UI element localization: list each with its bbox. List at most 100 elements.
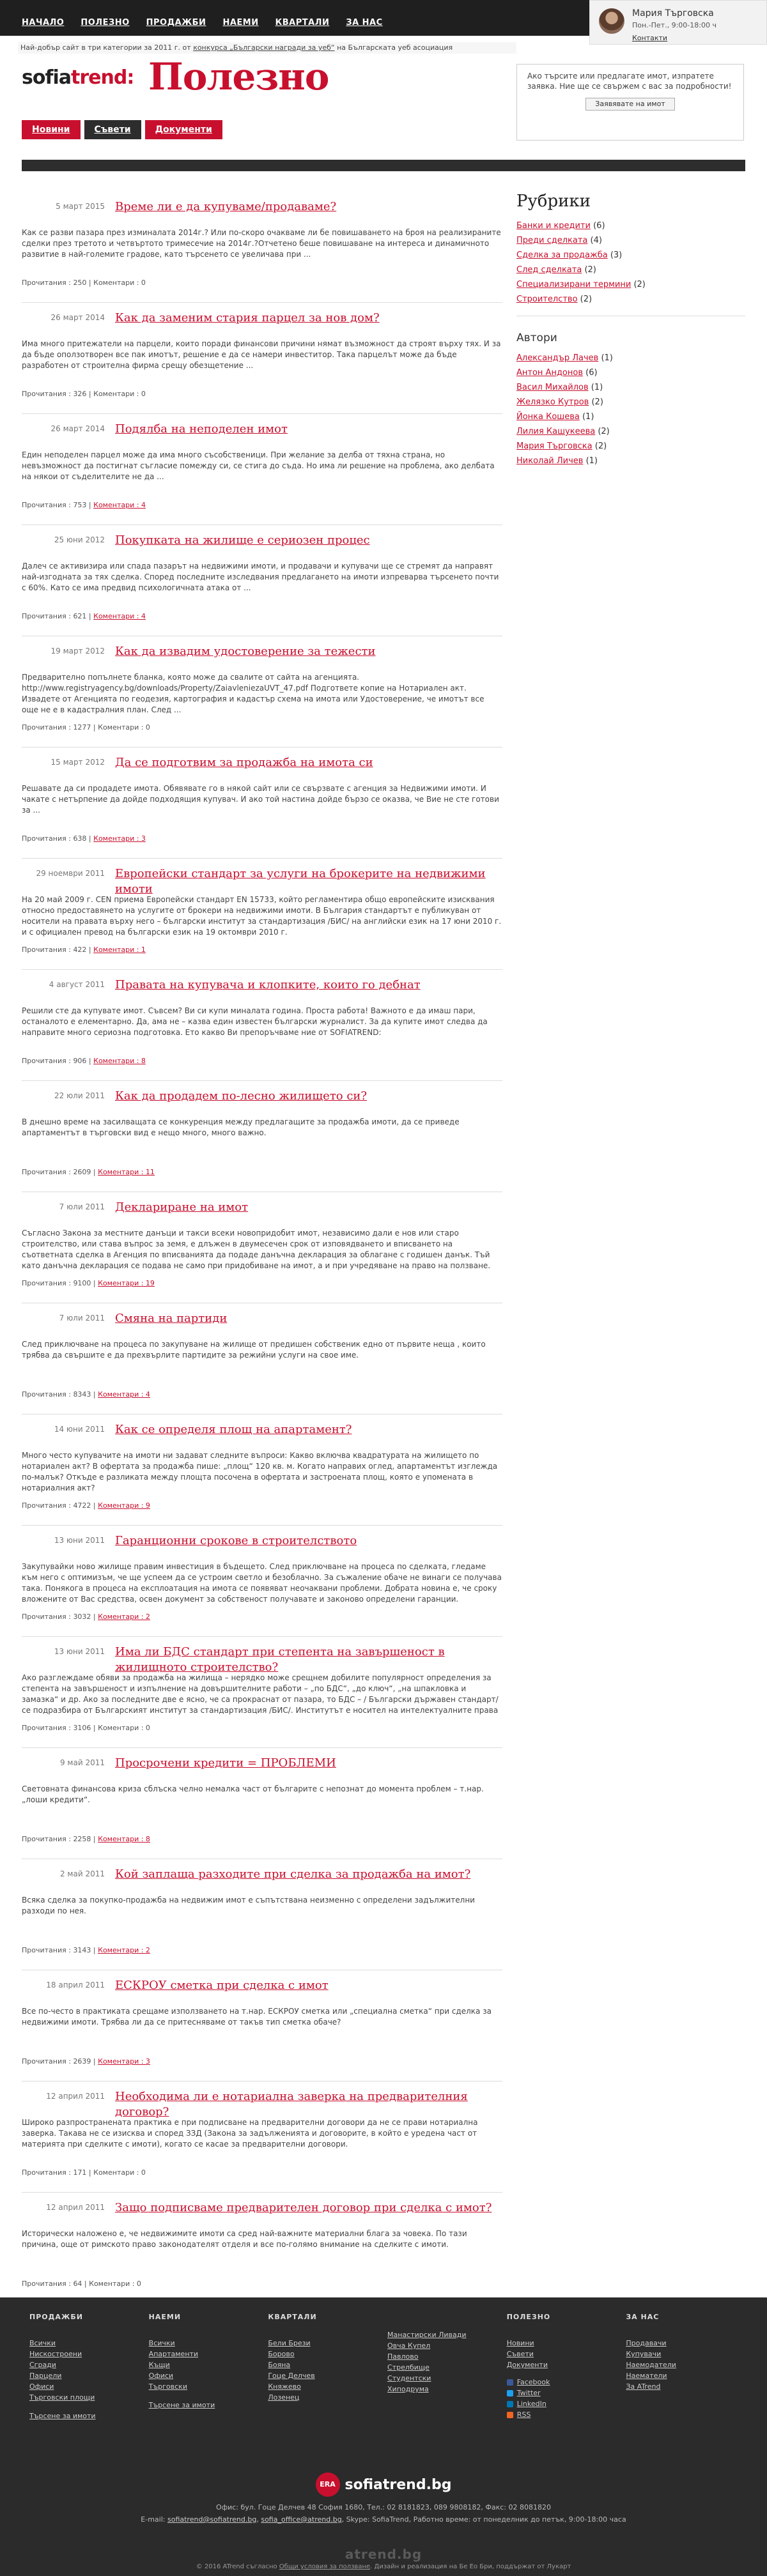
article-title-link[interactable]: Как се определя площ на апартамент? bbox=[115, 1422, 499, 1438]
article-comments-link[interactable]: Коментари : 2 bbox=[98, 1613, 150, 1621]
site-logo[interactable]: sofiatrend: bbox=[22, 66, 134, 89]
article-views: Прочитания : 9100 bbox=[22, 1279, 91, 1287]
nav-home[interactable]: НАЧАЛО bbox=[22, 18, 64, 27]
author-link[interactable]: Желязко Кутров bbox=[516, 397, 589, 407]
footer-link[interactable]: Новини bbox=[507, 2338, 626, 2349]
footer-link[interactable]: Наемодатели bbox=[626, 2359, 745, 2370]
author-link[interactable]: Антон Андонов bbox=[516, 368, 583, 378]
footer-link[interactable]: Хиподрума bbox=[387, 2384, 507, 2395]
category-link[interactable]: Преди сделката bbox=[516, 236, 587, 245]
article-title-link[interactable]: Защо подписваме предварителен договор пр… bbox=[115, 2200, 499, 2216]
footer-search-link[interactable]: Търсене за имоти bbox=[149, 2400, 268, 2411]
article-comments-link[interactable]: Коментари : 3 bbox=[98, 2057, 150, 2066]
article-comments-link[interactable]: Коментари : 8 bbox=[93, 1057, 146, 1065]
article-comments-link[interactable]: Коментари : 2 bbox=[98, 1946, 150, 1954]
article-comments-link[interactable]: Коментари : 19 bbox=[98, 1279, 155, 1287]
article-comments-link[interactable]: Коментари : 9 bbox=[98, 1501, 150, 1510]
footer-search-link[interactable]: Търсене за имоти bbox=[29, 2411, 149, 2421]
article-title-link[interactable]: Подялба на неподелен имот bbox=[115, 422, 499, 437]
property-request-button[interactable]: Заявявате на имот bbox=[585, 98, 675, 111]
nav-about[interactable]: ЗА НАС bbox=[346, 18, 382, 27]
author-link[interactable]: Александър Лачев bbox=[516, 353, 598, 363]
author-link[interactable]: Николай Личев bbox=[516, 456, 583, 466]
footer-link[interactable]: Търговски площи bbox=[29, 2392, 149, 2403]
footer-link[interactable]: Бели Брези bbox=[268, 2338, 387, 2349]
article-title-link[interactable]: Как да извадим удостоверение за тежести bbox=[115, 644, 499, 659]
footer-link[interactable]: Парцели bbox=[29, 2370, 149, 2381]
article-comments-link[interactable]: Коментари : 4 bbox=[98, 1390, 150, 1399]
nav-sales[interactable]: ПРОДАЖБИ bbox=[146, 18, 206, 27]
category-link[interactable]: Строителство bbox=[516, 295, 578, 304]
category-link[interactable]: След сделката bbox=[516, 265, 582, 275]
mail-link-2[interactable]: sofia_office@atrend.bg bbox=[261, 2515, 341, 2524]
article-comments-link[interactable]: Коментари : 11 bbox=[98, 1168, 155, 1176]
article-comments-link[interactable]: Коментари : 4 bbox=[93, 501, 146, 509]
article-title-link[interactable]: Покупката на жилище е сериозен процес bbox=[115, 533, 499, 548]
announce-link[interactable]: конкурса „Български награди за уеб“ bbox=[193, 43, 334, 52]
article-comments-link[interactable]: Коментари : 1 bbox=[93, 946, 146, 954]
social-link[interactable]: RSS bbox=[506, 2409, 626, 2420]
category-link[interactable]: Банки и кредити bbox=[516, 221, 591, 231]
author-link[interactable]: Мария Търговска bbox=[516, 441, 593, 451]
footer-link[interactable]: Манастирски Ливади bbox=[387, 2329, 507, 2340]
article-title-link[interactable]: Кой заплаща разходите при сделка за прод… bbox=[115, 1867, 499, 1882]
article-title-link[interactable]: Европейски стандарт за услуги на брокери… bbox=[115, 866, 499, 897]
footer-link[interactable]: Лозенец bbox=[268, 2392, 387, 2403]
footer-link[interactable]: За ATrend bbox=[626, 2381, 745, 2392]
footer-link[interactable]: Княжево bbox=[268, 2381, 387, 2392]
article-title-link[interactable]: Гаранционни срокове в строителството bbox=[115, 1533, 499, 1549]
article-title-link[interactable]: Как да продадем по-лесно жилището си? bbox=[115, 1089, 499, 1104]
footer-link[interactable]: Всички bbox=[149, 2338, 268, 2349]
article-title-link[interactable]: ЕСКРОУ сметка при сделка с имот bbox=[115, 1978, 499, 1993]
article-title-link[interactable]: Да се подготвим за продажба на имота си bbox=[115, 755, 499, 770]
footer-link[interactable]: Студентски bbox=[387, 2373, 507, 2384]
tab-documents[interactable]: Документи bbox=[144, 120, 222, 139]
footer-link[interactable]: Купувачи bbox=[626, 2349, 745, 2359]
category-link[interactable]: Специализирани термини bbox=[516, 280, 631, 289]
footer-link[interactable]: Павлово bbox=[387, 2351, 507, 2362]
footer-link[interactable]: Гоце Делчев bbox=[268, 2370, 387, 2381]
author-link[interactable]: Йонка Кошева bbox=[516, 412, 580, 422]
footer-link[interactable]: Къщи bbox=[149, 2359, 268, 2370]
footer-link[interactable]: Офиси bbox=[149, 2370, 268, 2381]
footer-link[interactable]: Документи bbox=[507, 2359, 626, 2370]
article-title-link[interactable]: Необходима ли е нотариална заверка на пр… bbox=[115, 2089, 499, 2120]
footer-link[interactable]: Овча Купел bbox=[387, 2340, 507, 2351]
article-comments-link[interactable]: Коментари : 4 bbox=[93, 612, 146, 620]
social-link[interactable]: Facebook bbox=[506, 2377, 626, 2388]
footer-link[interactable]: Офиси bbox=[29, 2381, 149, 2392]
terms-link[interactable]: Общи условия за ползване bbox=[279, 2563, 370, 2570]
article-comments-link[interactable]: Коментари : 8 bbox=[98, 1835, 150, 1843]
article-title-link[interactable]: Има ли БДС стандарт при степента на завъ… bbox=[115, 1644, 499, 1675]
footer-link[interactable]: Търговски bbox=[149, 2381, 268, 2392]
footer-link[interactable]: Апартаменти bbox=[149, 2349, 268, 2359]
footer-link[interactable]: Бояна bbox=[268, 2359, 387, 2370]
footer-link[interactable]: Стрелбище bbox=[387, 2362, 507, 2373]
author-link[interactable]: Лилия Кашукеева bbox=[516, 427, 595, 436]
article-title-link[interactable]: Просрочени кредити = ПРОБЛЕМИ bbox=[115, 1756, 499, 1771]
mail-link-1[interactable]: sofiatrend@sofiatrend.bg bbox=[167, 2515, 256, 2524]
article-title-link[interactable]: Деклариране на имот bbox=[115, 1200, 499, 1215]
footer-link[interactable]: Всички bbox=[29, 2338, 149, 2349]
article-title-link[interactable]: Смяна на партиди bbox=[115, 1311, 499, 1326]
footer-link[interactable]: Сгради bbox=[29, 2359, 149, 2370]
footer-link[interactable]: Съвети bbox=[507, 2349, 626, 2359]
article-title-link[interactable]: Време ли е да купуваме/продаваме? bbox=[115, 199, 499, 215]
footer-link[interactable]: Наематели bbox=[626, 2370, 745, 2381]
author-link[interactable]: Васил Михайлов bbox=[516, 383, 589, 392]
tab-news[interactable]: Новини bbox=[22, 120, 81, 139]
social-link[interactable]: LinkedIn bbox=[506, 2398, 626, 2409]
agent-contacts-link[interactable]: Контакти bbox=[632, 34, 667, 42]
footer-link[interactable]: Борово bbox=[268, 2349, 387, 2359]
category-link[interactable]: Сделка за продажба bbox=[516, 250, 608, 260]
footer-link[interactable]: Продавачи bbox=[626, 2338, 745, 2349]
article-comments-link[interactable]: Коментари : 3 bbox=[93, 834, 146, 843]
nav-districts[interactable]: КВАРТАЛИ bbox=[275, 18, 330, 27]
social-link[interactable]: Twitter bbox=[506, 2388, 626, 2398]
article-title-link[interactable]: Правата на купувача и клопките, които го… bbox=[115, 977, 499, 993]
footer-link[interactable]: Нискостроени bbox=[29, 2349, 149, 2359]
tab-tips[interactable]: Съвети bbox=[84, 120, 141, 139]
article-title-link[interactable]: Как да заменим стария парцел за нов дом? bbox=[115, 310, 499, 326]
nav-rentals[interactable]: НАЕМИ bbox=[222, 18, 258, 27]
nav-useful[interactable]: ПОЛЕЗНО bbox=[81, 18, 129, 27]
